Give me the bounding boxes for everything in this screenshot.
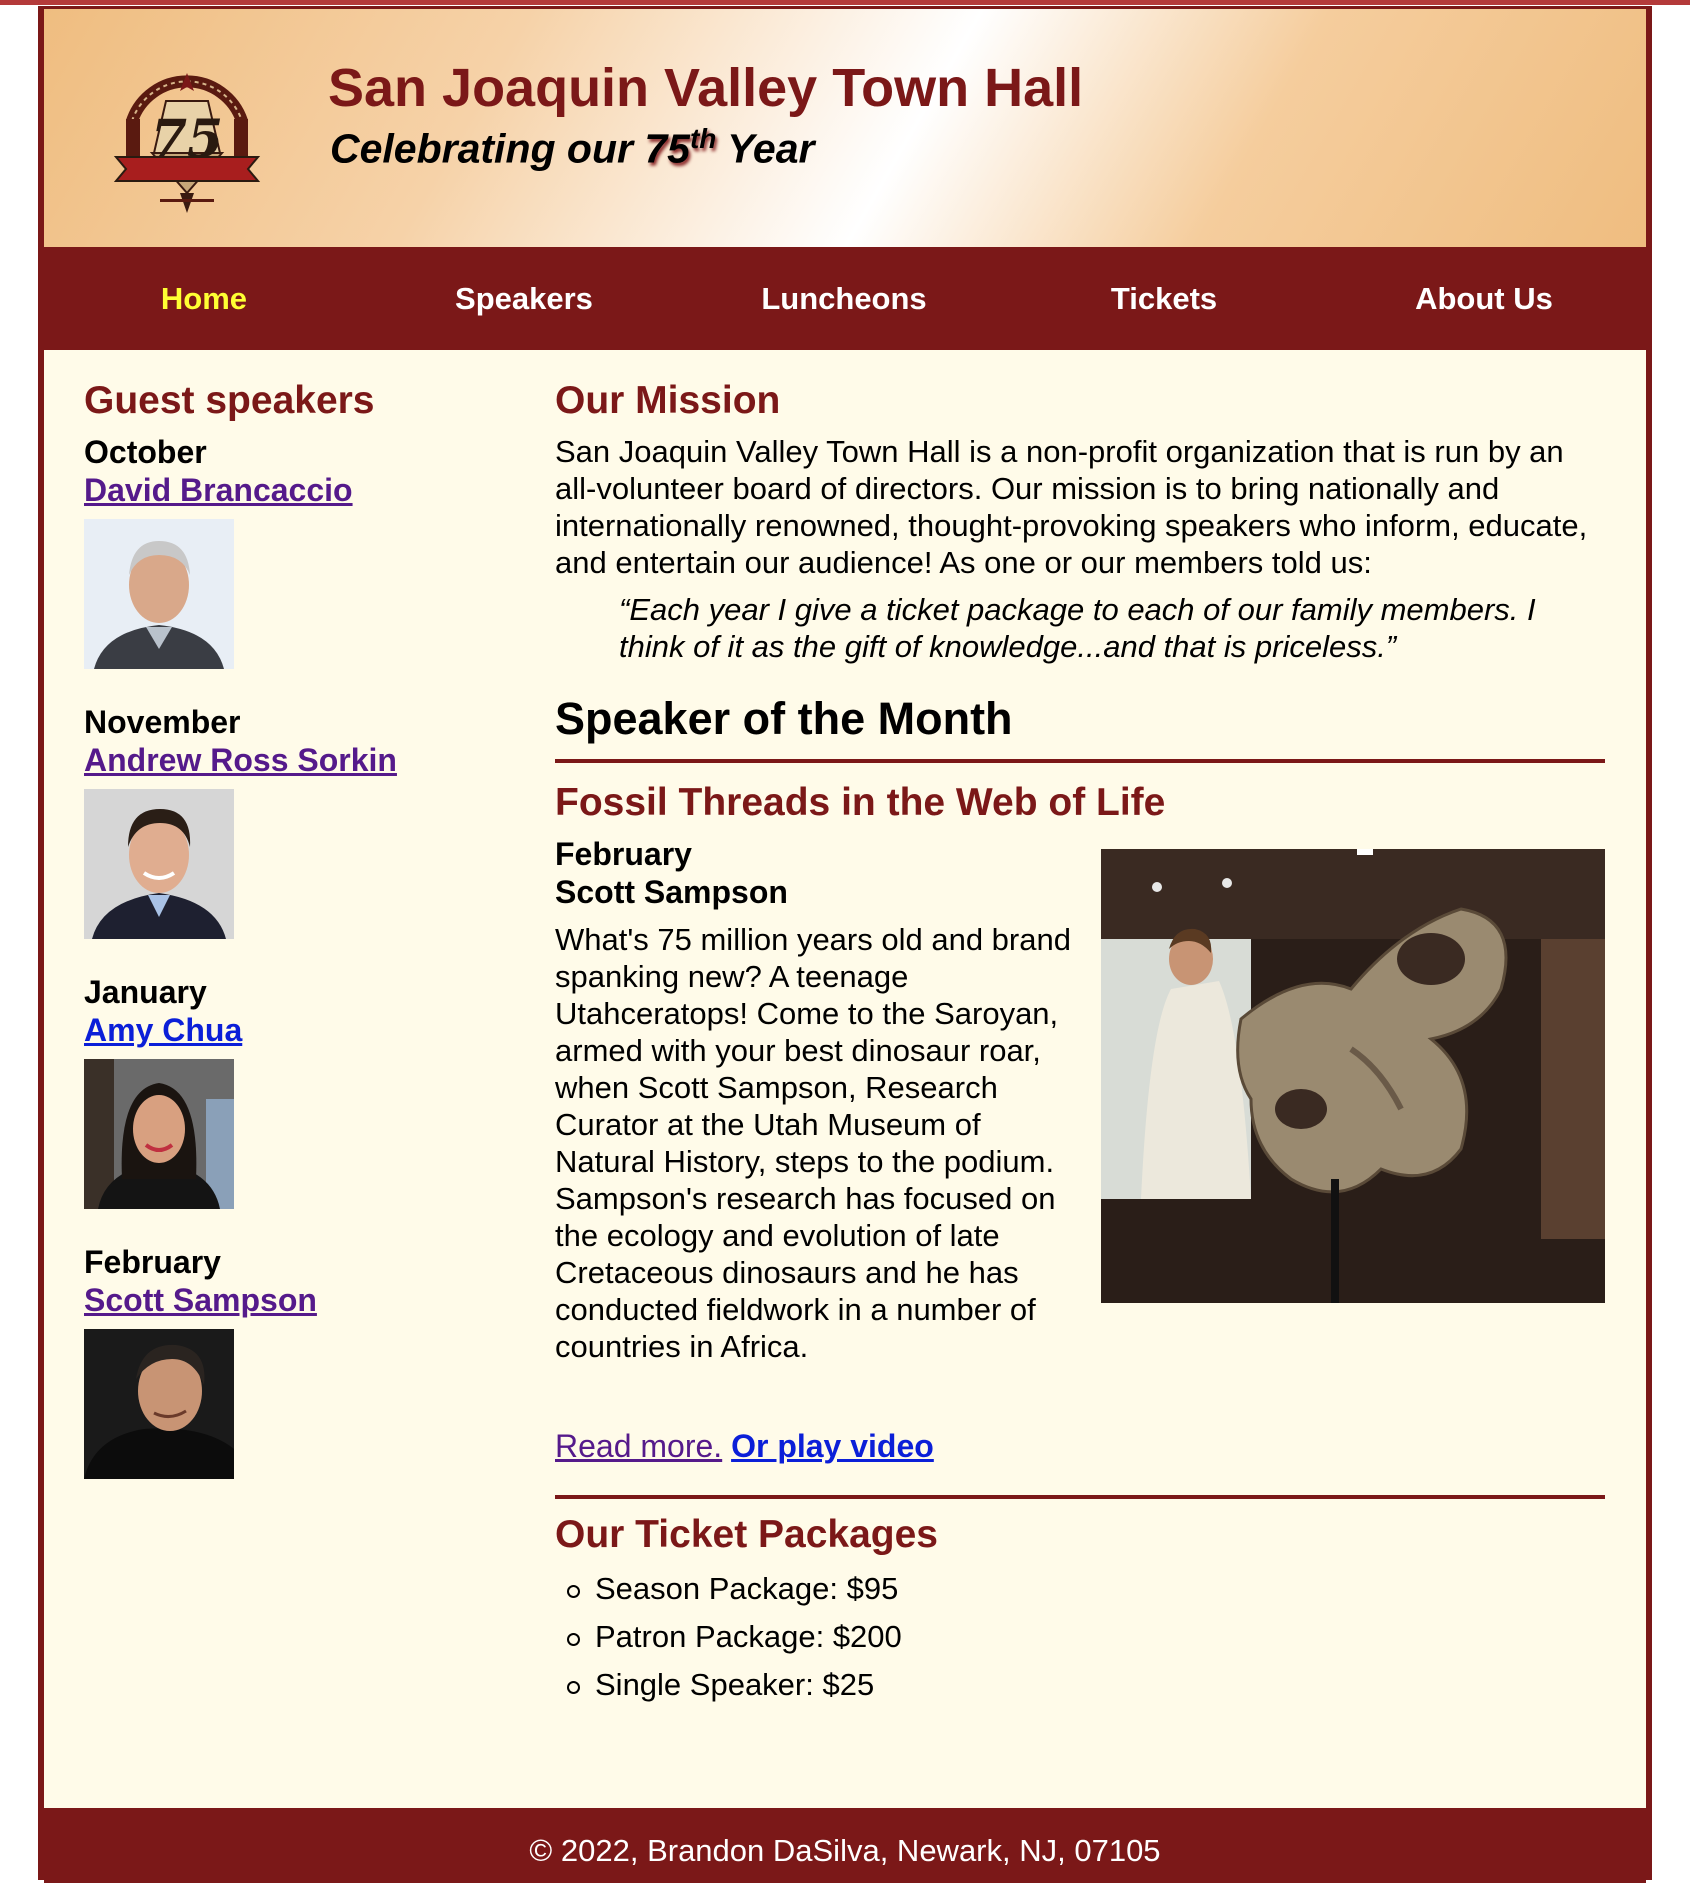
speaker-link-sorkin[interactable]: Andrew Ross Sorkin <box>84 742 397 778</box>
speaker-month: November <box>84 704 241 740</box>
site-tagline: Celebrating our 75th Year <box>330 123 814 173</box>
tagline-ordinal: th <box>689 123 717 154</box>
speaker-item: October David Brancaccio <box>84 433 484 669</box>
speaker-photo-sorkin[interactable] <box>84 789 234 939</box>
town-hall-logo-icon: 75 <box>113 73 261 213</box>
list-item: Patron Package: $200 <box>555 1613 902 1661</box>
speaker-link-brancaccio[interactable]: David Brancaccio <box>84 472 353 508</box>
featured-speaker: February Scott Sampson What's 75 million… <box>555 835 1605 1702</box>
divider <box>555 1495 1605 1499</box>
talk-title: Fossil Threads in the Web of Life <box>555 781 1166 824</box>
speaker-photo-chua[interactable] <box>84 1059 234 1209</box>
dinosaur-skull-photo <box>1101 849 1605 1303</box>
list-item: Season Package: $95 <box>555 1565 902 1613</box>
speaker-item: January Amy Chua <box>84 973 484 1209</box>
mission-text: San Joaquin Valley Town Hall is a non-pr… <box>555 434 1588 580</box>
nav-about-us[interactable]: About Us <box>1324 247 1644 350</box>
site-footer: © 2022, Brandon DaSilva, Newark, NJ, 071… <box>44 1808 1646 1883</box>
nav-luncheons[interactable]: Luncheons <box>684 247 1004 350</box>
site-title: San Joaquin Valley Town Hall <box>328 58 1084 118</box>
top-border <box>0 0 1690 5</box>
speaker-month: January <box>84 974 207 1010</box>
speaker-photo-sampson[interactable] <box>84 1329 234 1479</box>
tagline-prefix: Celebrating our <box>330 125 645 172</box>
nav-home[interactable]: Home <box>44 247 364 350</box>
speaker-link-sampson[interactable]: Scott Sampson <box>84 1282 317 1318</box>
ticket-package-list: Season Package: $95 Patron Package: $200… <box>555 1565 902 1709</box>
read-more-link[interactable]: Read more. <box>555 1428 722 1464</box>
guest-speakers-heading: Guest speakers <box>84 379 375 422</box>
sidebar: Guest speakers October David Brancaccio … <box>84 379 484 1513</box>
site-header: 75 San Joaquin Valley Town Hall Celebrat… <box>44 9 1646 247</box>
page-container: 75 San Joaquin Valley Town Hall Celebrat… <box>38 6 1652 1883</box>
list-item: Single Speaker: $25 <box>555 1661 902 1709</box>
main-content: Our Mission San Joaquin Valley Town Hall… <box>555 379 1605 1702</box>
tagline-number: 75 <box>644 125 690 172</box>
member-quote: “Each year I give a ticket package to ea… <box>619 592 1536 664</box>
speaker-link-chua[interactable]: Amy Chua <box>84 1012 242 1048</box>
speaker-month: October <box>84 434 207 470</box>
speaker-photo-brancaccio[interactable] <box>84 519 234 669</box>
feature-links: Read more. Or play video <box>555 1428 934 1465</box>
main-nav: Home Speakers Luncheons Tickets About Us <box>44 247 1646 350</box>
mission-heading: Our Mission <box>555 379 781 422</box>
ticket-packages-heading: Our Ticket Packages <box>555 1513 938 1556</box>
nav-tickets[interactable]: Tickets <box>1004 247 1324 350</box>
divider <box>555 759 1605 763</box>
speaker-item: November Andrew Ross Sorkin <box>84 703 484 939</box>
nav-speakers[interactable]: Speakers <box>364 247 684 350</box>
featured-description: What's 75 million years old and brand sp… <box>555 922 1071 1364</box>
tagline-suffix: Year <box>716 125 815 172</box>
speaker-month: February <box>84 1244 221 1280</box>
speaker-item: February Scott Sampson <box>84 1243 484 1479</box>
play-video-link[interactable]: Or play video <box>731 1428 934 1464</box>
speaker-of-month-heading: Speaker of the Month <box>555 693 1013 744</box>
